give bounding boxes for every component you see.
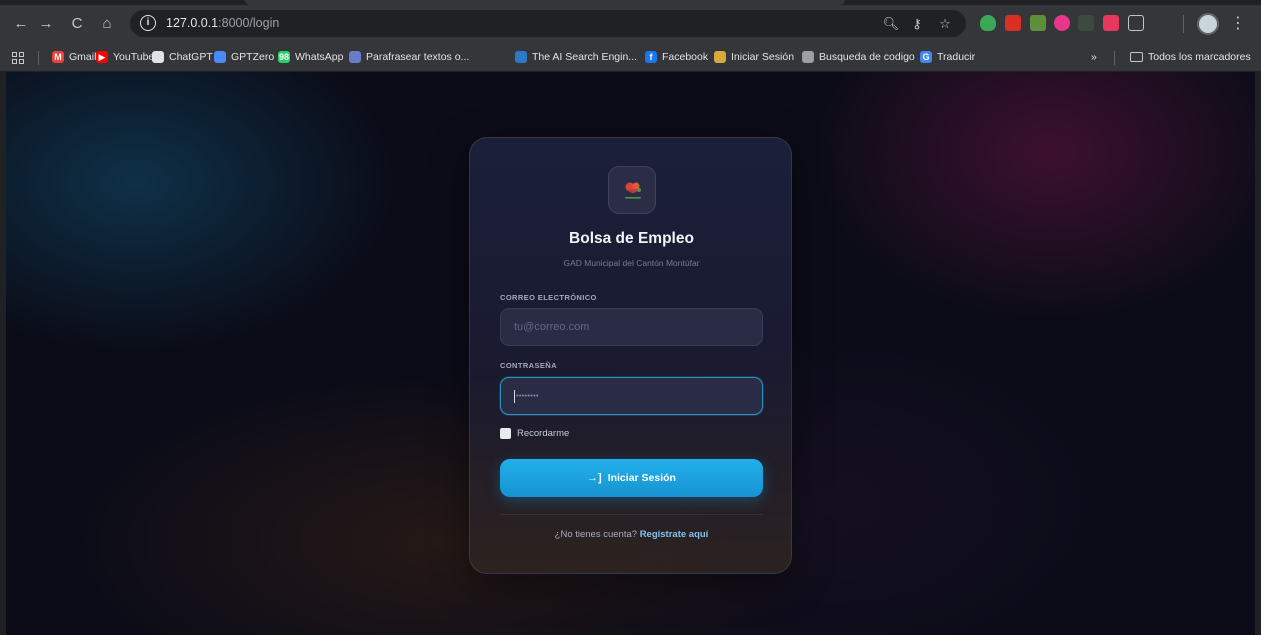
card-divider	[500, 514, 763, 515]
bookmarks-divider	[38, 51, 39, 65]
bookmark-label: Busqueda de codigo	[819, 51, 915, 63]
overflow-label: »	[1091, 51, 1097, 63]
bookmark-label: ChatGPT	[169, 51, 213, 63]
video-extension-icon[interactable]	[1103, 15, 1119, 31]
bookmark-label: GPTZero	[231, 51, 275, 63]
login-site-icon	[714, 51, 726, 63]
bookmark-label: The AI Search Engin...	[532, 51, 638, 63]
password-field[interactable]: ••••••••	[500, 377, 763, 415]
email-label: CORREO ELECTRÓNICO	[500, 293, 597, 302]
register-prompt-text: ¿No tienes cuenta?	[554, 529, 638, 540]
gptzero-icon	[214, 51, 226, 63]
ai-search-icon	[515, 51, 527, 63]
remember-label: Recordarme	[517, 428, 570, 439]
back-icon[interactable]: ←	[10, 13, 32, 35]
bookmark-label: Traducir	[937, 51, 976, 63]
register-prompt: ¿No tienes cuenta? Registrate aquí	[470, 529, 793, 540]
browser-menu-icon[interactable]: ⋮	[1230, 13, 1246, 35]
folder-icon	[1130, 52, 1143, 62]
whatsapp-icon: 98	[278, 51, 290, 63]
page-title: Bolsa de Empleo	[569, 230, 694, 247]
bookmark-item[interactable]: 98 WhatsApp	[278, 49, 343, 65]
address-bar[interactable]: i 127.0.0.1:8000/login 🔍︎ ⚷ ☆	[130, 10, 966, 37]
bookmark-item[interactable]: f Facebook	[645, 49, 708, 65]
password-placeholder: ••••••••	[516, 392, 539, 400]
pdf-extension-icon[interactable]	[1005, 15, 1021, 31]
bookmark-item[interactable]: Parafrasear textos o...	[349, 49, 469, 65]
reload-icon[interactable]: C	[66, 13, 88, 35]
code-search-icon	[802, 51, 814, 63]
logo-graphic-icon	[625, 182, 641, 199]
bookmark-label: Facebook	[662, 51, 709, 63]
profile-avatar[interactable]	[1197, 13, 1219, 35]
login-card: Bolsa de Empleo GAD Municipal del Cantón…	[469, 137, 792, 574]
recorder-extension-icon[interactable]	[1054, 15, 1070, 31]
bookmark-item[interactable]: G Traducir	[920, 49, 975, 65]
bookmark-star-icon[interactable]: ☆	[936, 15, 954, 33]
all-bookmarks-label: Todos los marcadores	[1148, 51, 1251, 63]
toolbar-divider	[1183, 15, 1184, 33]
email-placeholder: tu@correo.com	[514, 321, 590, 333]
window-border-right	[1255, 72, 1261, 635]
extensions-puzzle-icon[interactable]	[1128, 15, 1144, 31]
login-arrow-icon: →]	[587, 472, 602, 484]
shield-extension-icon[interactable]	[980, 15, 996, 31]
bookmark-label: Iniciar Sesión	[731, 51, 795, 63]
bookmark-item[interactable]: Busqueda de codigo	[802, 49, 915, 65]
password-label: CONTRASEÑA	[500, 361, 557, 370]
chatgpt-icon	[152, 51, 164, 63]
bookmarks-divider	[1114, 51, 1115, 65]
url-text[interactable]: 127.0.0.1:8000/login	[166, 16, 279, 30]
remember-checkbox[interactable]	[500, 428, 511, 439]
bookmarks-bar: M Gmail ▶ YouTube ChatGPT GPTZero 98 WhatsApp Pa…	[0, 42, 1261, 72]
bookmark-item[interactable]: ▶ YouTube	[96, 49, 154, 65]
youtube-icon: ▶	[96, 51, 108, 63]
facebook-icon: f	[645, 51, 657, 63]
zoom-icon[interactable]: 🔍︎	[882, 15, 900, 33]
paraphrase-icon	[349, 51, 361, 63]
bookmark-label: WhatsApp	[295, 51, 344, 63]
site-info-icon[interactable]: i	[140, 15, 156, 31]
login-button[interactable]: →] Iniciar Sesión	[500, 459, 763, 497]
page-subtitle: GAD Municipal del Cantón Montúfar	[563, 258, 700, 268]
login-button-label: Iniciar Sesión	[607, 472, 676, 484]
translate-icon: G	[920, 51, 932, 63]
bookmark-label: YouTube	[113, 51, 155, 63]
bookmark-item[interactable]: GPTZero	[214, 49, 274, 65]
email-field[interactable]: tu@correo.com	[500, 308, 763, 346]
bookmark-item[interactable]: The AI Search Engin...	[515, 49, 637, 65]
url-path: :8000/login	[218, 16, 280, 30]
remember-me[interactable]: Recordarme	[500, 428, 569, 439]
browser-toolbar: ← → C ⌂ i 127.0.0.1:8000/login 🔍︎ ⚷ ☆ ⋮	[0, 5, 1261, 42]
bookmark-label: Parafrasear textos o...	[366, 51, 470, 63]
text-caret	[514, 389, 515, 403]
extension-icon[interactable]	[1078, 15, 1094, 31]
apps-grid-icon[interactable]	[12, 52, 24, 64]
app-logo	[608, 166, 656, 214]
forward-icon[interactable]: →	[35, 13, 57, 35]
bookmark-label: Gmail	[69, 51, 97, 63]
home-icon[interactable]: ⌂	[96, 13, 118, 35]
bookmark-item[interactable]: ChatGPT	[152, 49, 213, 65]
login-page: Bolsa de Empleo GAD Municipal del Cantón…	[6, 72, 1255, 635]
all-bookmarks-folder[interactable]: Todos los marcadores	[1130, 49, 1251, 65]
register-link[interactable]: Registrate aquí	[640, 529, 709, 540]
password-key-icon[interactable]: ⚷	[908, 15, 926, 33]
bookmark-item[interactable]: M Gmail	[52, 49, 96, 65]
url-host: 127.0.0.1	[166, 16, 219, 30]
bookmarks-overflow-button[interactable]: »	[1091, 49, 1097, 65]
bookmark-item[interactable]: Iniciar Sesión	[714, 49, 794, 65]
extension-icon[interactable]	[1030, 15, 1046, 31]
gmail-icon: M	[52, 51, 64, 63]
